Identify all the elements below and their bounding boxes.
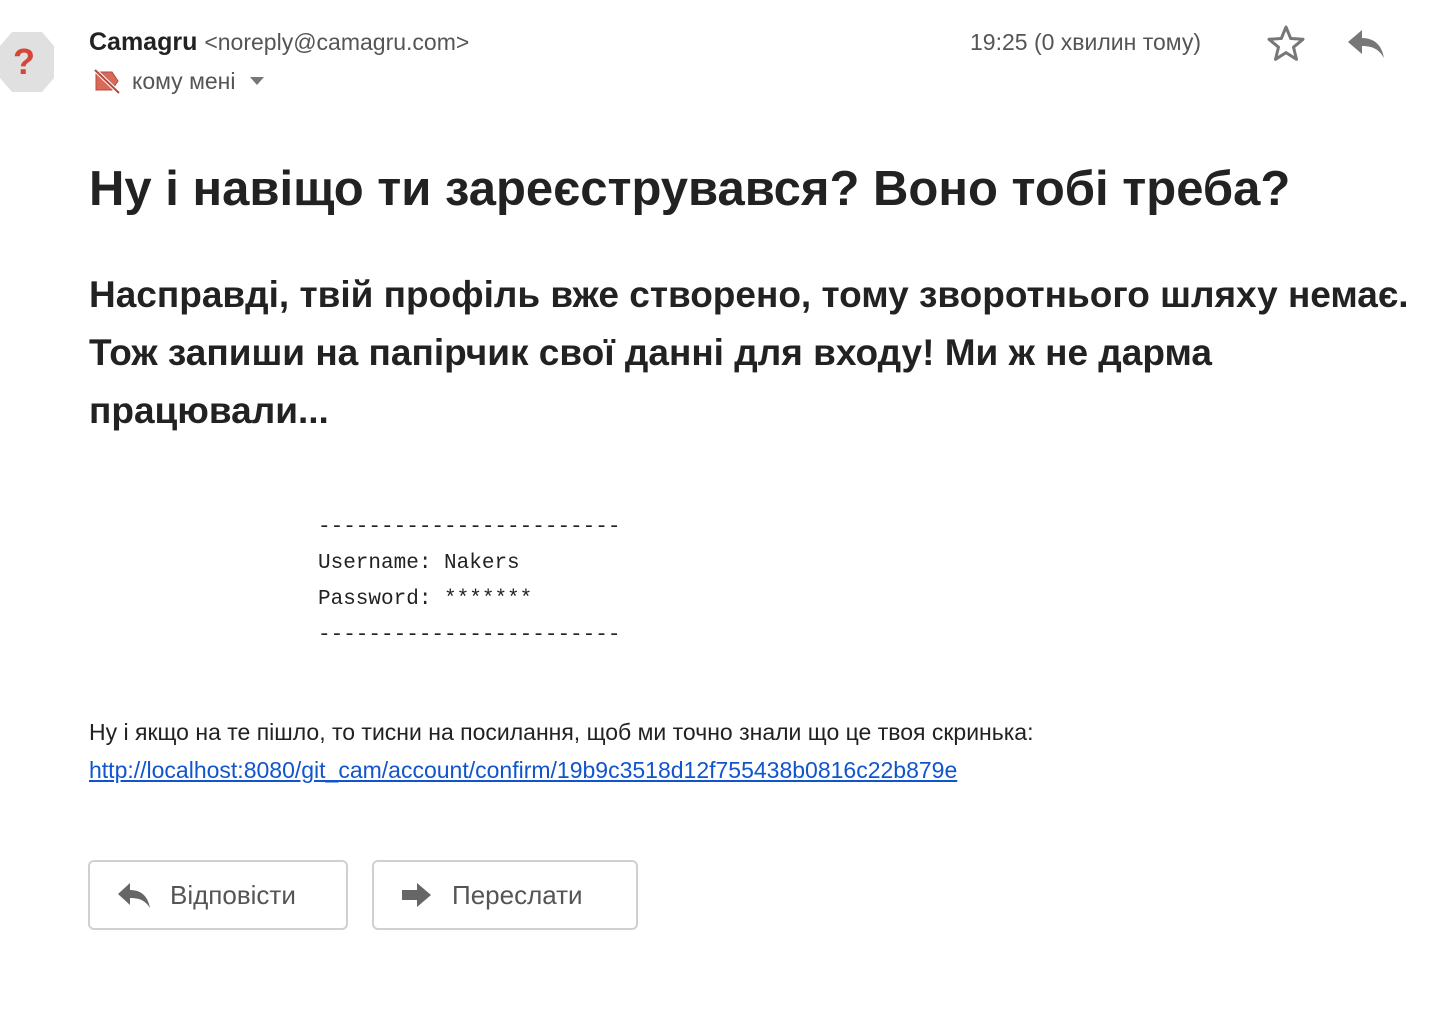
message-heading: Ну і навіщо ти зареєструвався? Воно тобі… <box>89 162 1291 216</box>
credentials-divider-bottom: ------------------------ <box>318 624 621 647</box>
password-value: ******* <box>444 588 533 611</box>
reply-icon <box>118 883 150 908</box>
message-time: 19:25 (0 хвилин тому) <box>970 29 1202 55</box>
username-value: Nakers <box>444 552 520 575</box>
confirm-link[interactable]: http://localhost:8080/git_cam/account/co… <box>89 752 957 788</box>
message-subheading: Насправді, твій профіль вже створено, то… <box>89 274 1409 431</box>
sender-email: <noreply@camagru.com> <box>204 29 470 55</box>
password-label: Password: <box>318 588 432 611</box>
forward-button-label: Переслати <box>452 879 583 910</box>
credentials-divider-top: ------------------------ <box>318 516 621 539</box>
username-label: Username: <box>318 552 432 575</box>
reply-button[interactable]: Відповісти <box>88 860 348 930</box>
star-icon[interactable] <box>1266 24 1306 64</box>
svg-text:?: ? <box>13 41 35 82</box>
not-important-marker-icon[interactable] <box>92 66 122 96</box>
reply-icon[interactable] <box>1344 26 1388 62</box>
reply-button-label: Відповісти <box>170 879 296 910</box>
unknown-sender-question-icon: ? <box>0 32 54 92</box>
credentials-block: ------------------------ Username: Naker… <box>318 510 620 654</box>
forward-button[interactable]: Переслати <box>372 860 638 930</box>
recipient-label: кому мені <box>132 68 236 94</box>
sender-line: Camagru <noreply@camagru.com> <box>89 26 469 58</box>
unknown-sender-avatar: ? <box>0 32 54 92</box>
sender-name[interactable]: Camagru <box>89 28 197 56</box>
chevron-down-icon[interactable] <box>249 77 264 85</box>
recipient-line: кому мені <box>92 66 264 96</box>
confirm-text: Ну і якщо на те пішло, то тисни на посил… <box>89 719 1034 745</box>
forward-icon <box>402 883 431 907</box>
